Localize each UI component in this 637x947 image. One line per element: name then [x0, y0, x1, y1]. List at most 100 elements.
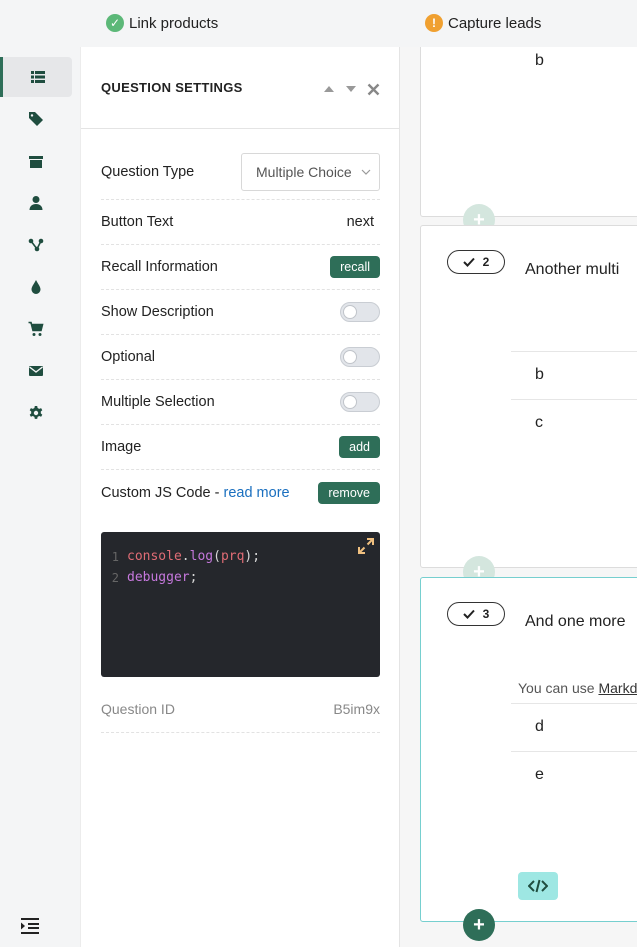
warning-circle-icon: !: [425, 14, 443, 32]
question-id-label: Question ID: [101, 701, 175, 717]
question-settings-panel: QUESTION SETTINGS Question Type Multiple…: [80, 47, 400, 947]
add-question-button[interactable]: +: [463, 909, 495, 941]
sidebar-item-products[interactable]: [0, 141, 72, 181]
toggle-knob: [343, 350, 357, 364]
multiple-selection-row: Multiple Selection: [101, 380, 380, 425]
question-card-2[interactable]: 2 Another multi b c: [420, 225, 637, 568]
code-line-1: 1 console. log(prq);: [101, 546, 260, 567]
custom-js-label-group: Custom JS Code - read more: [101, 485, 290, 501]
image-label: Image: [101, 439, 142, 455]
recall-row: Recall Information recall: [101, 245, 380, 290]
question-type-row: Question Type Multiple Choice: [101, 145, 380, 200]
show-description-label: Show Description: [101, 304, 214, 320]
check-circle-icon: ✓: [106, 14, 124, 32]
option-item[interactable]: c: [511, 399, 637, 447]
sidebar-item-flow[interactable]: [0, 225, 72, 265]
question-card-3[interactable]: 3 And one more You can use Markd d e: [420, 577, 637, 922]
optional-label: Optional: [101, 349, 156, 365]
custom-js-label: Custom JS Code -: [101, 484, 224, 501]
code-token: (: [213, 549, 221, 564]
sidebar-item-settings[interactable]: [0, 393, 72, 433]
sidebar-item-questions[interactable]: [0, 57, 72, 97]
multiple-selection-label: Multiple Selection: [101, 394, 215, 410]
drop-icon: [31, 280, 41, 294]
question-title[interactable]: And one more: [525, 613, 626, 631]
optional-toggle[interactable]: [340, 347, 380, 367]
markdown-link[interactable]: Markd: [598, 680, 637, 696]
step-link-products[interactable]: ✓ Link products: [106, 14, 218, 32]
code-token: );: [244, 549, 261, 564]
custom-code-chip[interactable]: [518, 872, 558, 900]
code-icon: [528, 879, 548, 893]
option-item[interactable]: e: [511, 751, 637, 799]
code-token: log: [189, 549, 214, 564]
settings-rows: Question Type Multiple Choice Button Tex…: [101, 145, 380, 515]
option-item[interactable]: d: [511, 703, 637, 751]
question-title[interactable]: Another multi: [525, 261, 619, 279]
recall-label: Recall Information: [101, 259, 218, 275]
sidebar-item-tags[interactable]: [0, 99, 72, 139]
remove-js-button[interactable]: remove: [318, 481, 380, 504]
question-id-row: Question ID B5im9x: [101, 691, 380, 733]
toggle-knob: [343, 395, 357, 409]
question-number: 3: [482, 607, 490, 621]
show-description-toggle[interactable]: [340, 302, 380, 322]
close-button[interactable]: [365, 81, 381, 97]
question-number-badge: 2: [447, 250, 505, 274]
show-description-row: Show Description: [101, 290, 380, 335]
chevron-down-icon: [361, 169, 371, 175]
code-line-2: 2 debugger;: [101, 567, 198, 588]
option-item[interactable]: b: [511, 47, 637, 86]
sidebar-item-styles[interactable]: [0, 267, 72, 307]
code-token: ;: [189, 570, 198, 585]
gear-icon: [29, 406, 43, 419]
question-canvas: b + 2 Another multi b c + 3 And one more…: [400, 47, 637, 947]
close-icon: [367, 83, 379, 95]
hint-text: You can use: [518, 680, 599, 696]
code-token: console: [127, 549, 182, 564]
add-image-button[interactable]: add: [339, 436, 380, 458]
list-icon: [30, 71, 45, 83]
user-icon: [29, 196, 43, 210]
expand-icon[interactable]: [358, 538, 374, 554]
question-type-value: Multiple Choice: [256, 164, 352, 180]
button-text-label: Button Text: [101, 214, 174, 230]
option-item[interactable]: b: [511, 351, 637, 399]
question-number-badge: 3: [447, 602, 505, 626]
tag-icon: [29, 112, 43, 126]
panel-header: QUESTION SETTINGS: [81, 47, 399, 129]
read-more-link[interactable]: read more: [224, 485, 290, 501]
sidebar-item-email[interactable]: [0, 351, 72, 391]
check-icon: [462, 609, 475, 619]
sidebar-item-cart[interactable]: [0, 309, 72, 349]
step-label: Capture leads: [448, 14, 542, 32]
line-number: 2: [111, 570, 119, 585]
recall-button[interactable]: recall: [330, 256, 380, 278]
question-type-label: Question Type: [101, 164, 195, 180]
multiple-selection-toggle[interactable]: [340, 392, 380, 412]
markdown-hint: You can use Markd: [518, 680, 637, 696]
custom-js-row: Custom JS Code - read more remove: [101, 470, 380, 515]
question-number: 2: [482, 255, 490, 269]
question-type-select[interactable]: Multiple Choice: [241, 153, 380, 191]
collapse-sidebar-icon[interactable]: [20, 917, 40, 935]
line-number: 1: [111, 549, 119, 564]
triangle-down-icon: [346, 86, 356, 92]
code-editor[interactable]: 1 console. log(prq); 2 debugger;: [101, 532, 380, 677]
code-token: .: [181, 549, 190, 564]
step-label: Link products: [129, 14, 219, 32]
cart-icon: [28, 321, 44, 336]
question-card-1[interactable]: b: [420, 47, 637, 217]
step-capture-leads[interactable]: ! Capture leads: [425, 14, 541, 32]
sidebar: [0, 47, 80, 947]
move-down-button[interactable]: [343, 81, 359, 97]
button-text-input[interactable]: next: [347, 214, 374, 230]
triangle-up-icon: [324, 86, 334, 92]
move-up-button[interactable]: [321, 81, 337, 97]
flow-icon: [28, 238, 44, 252]
question-id-value: B5im9x: [333, 701, 380, 717]
optional-row: Optional: [101, 335, 380, 380]
sidebar-item-users[interactable]: [0, 183, 72, 223]
panel-title: QUESTION SETTINGS: [101, 80, 243, 95]
code-token: debugger: [127, 570, 190, 585]
